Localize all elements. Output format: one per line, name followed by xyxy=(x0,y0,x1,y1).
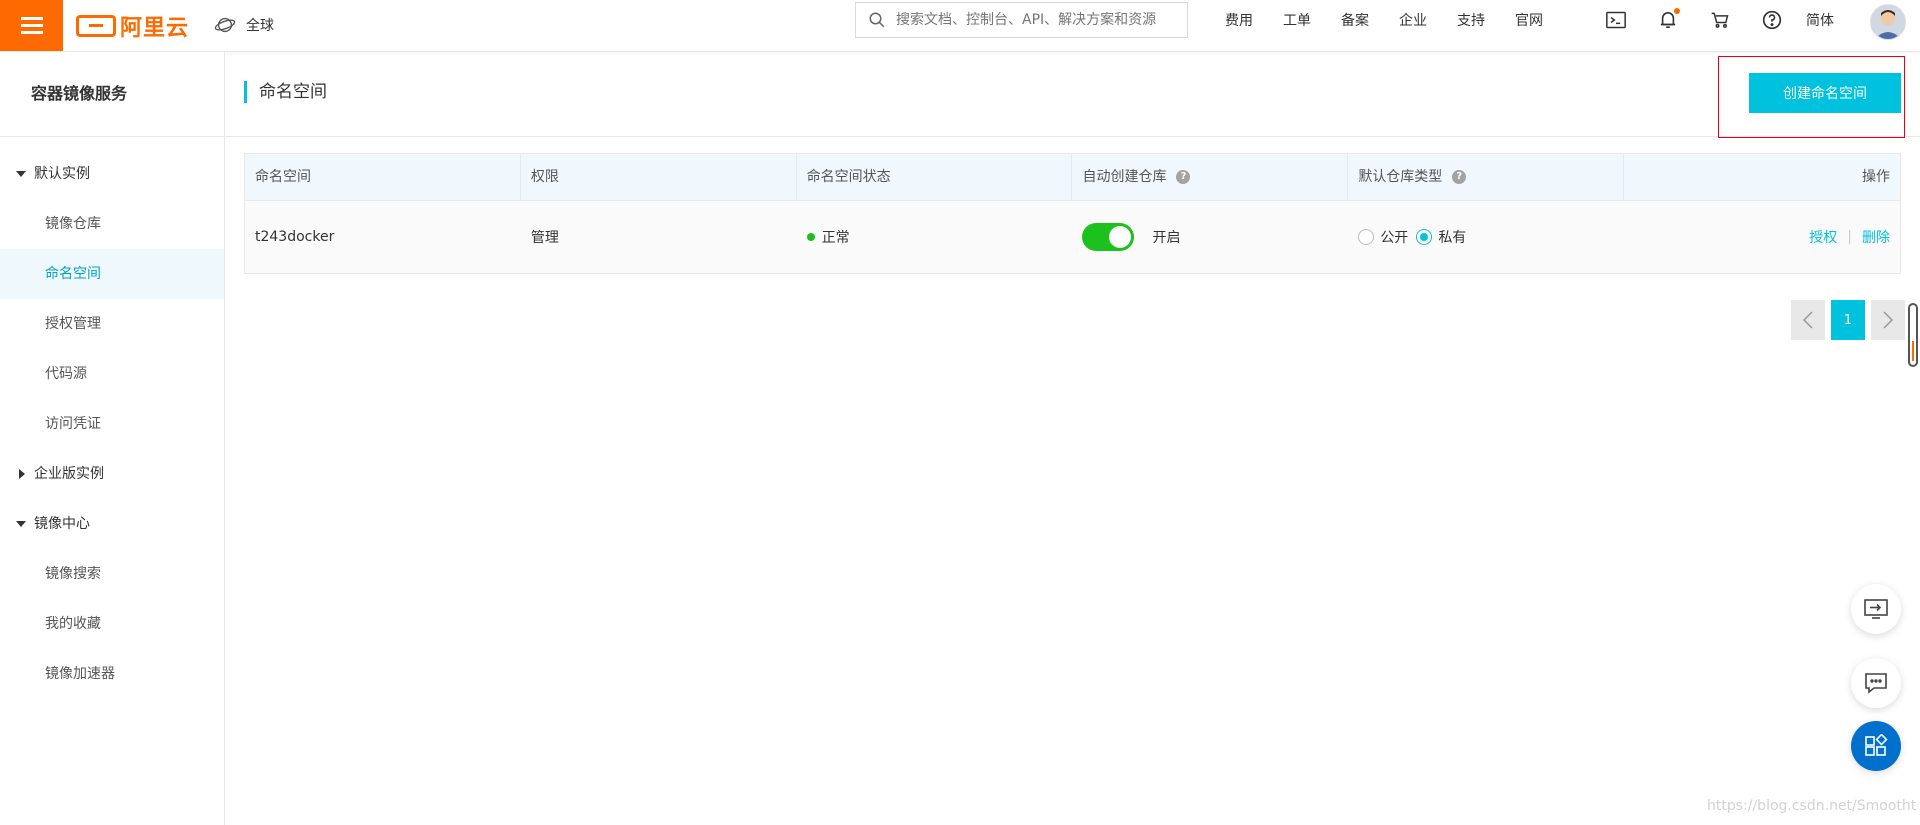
status-dot-icon xyxy=(806,233,815,241)
globe-icon xyxy=(214,17,236,33)
sidebar-item-favorites[interactable]: 我的收藏 xyxy=(0,599,224,649)
toggle-label: 开启 xyxy=(1152,230,1181,246)
sidebar-group-label: 镜像中心 xyxy=(34,516,90,532)
create-namespace-button[interactable]: 创建命名空间 xyxy=(1749,73,1901,113)
column-header-auto-create: 自动创建仓库? xyxy=(1072,154,1349,200)
pagination: 1 xyxy=(1785,300,1905,340)
question-mark-icon[interactable]: ? xyxy=(1452,170,1467,184)
aliyun-logo[interactable]: 阿里云 xyxy=(76,8,189,44)
cell-namespace-name: t243docker xyxy=(255,229,335,245)
region-label: 全球 xyxy=(246,18,274,34)
nav-link-billing[interactable]: 费用 xyxy=(1225,10,1253,30)
sidebar-group-enterprise-instance[interactable]: 企业版实例 xyxy=(0,449,224,499)
terminal-icon[interactable] xyxy=(1604,8,1628,32)
sidebar-item-access-credentials[interactable]: 访问凭证 xyxy=(0,399,224,449)
action-separator: | xyxy=(1847,229,1852,245)
menu-icon xyxy=(20,16,43,35)
chevron-right-icon xyxy=(1883,311,1894,329)
top-navbar: 阿里云 全球 费用 工单 备案 企业 支持 官网 简体 xyxy=(0,0,1920,52)
language-switch[interactable]: 简体 xyxy=(1806,10,1834,30)
screen-arrow-icon xyxy=(1864,599,1888,619)
page-title: 命名空间 xyxy=(244,81,327,103)
radio-public-label: 公开 xyxy=(1380,230,1409,246)
sidebar-group-image-center[interactable]: 镜像中心 xyxy=(0,499,224,549)
sidebar-item-repositories[interactable]: 镜像仓库 xyxy=(0,199,224,249)
nav-link-enterprise[interactable]: 企业 xyxy=(1399,10,1427,30)
page-number-button[interactable]: 1 xyxy=(1831,300,1865,340)
prev-page-button[interactable] xyxy=(1791,300,1825,340)
namespace-table: 命名空间 权限 命名空间状态 自动创建仓库? 默认仓库类型? 操作 t243do… xyxy=(244,153,1901,274)
apps-fab-button[interactable] xyxy=(1851,721,1901,771)
apps-grid-icon xyxy=(1865,734,1888,756)
nav-link-icp[interactable]: 备案 xyxy=(1341,10,1369,30)
notification-dot xyxy=(1674,8,1680,14)
caret-down-icon xyxy=(16,171,26,177)
column-header-permission: 权限 xyxy=(521,154,797,200)
user-avatar[interactable] xyxy=(1870,4,1906,40)
top-nav-links: 费用 工单 备案 企业 支持 官网 xyxy=(1210,0,1558,40)
logo-mark-icon xyxy=(76,15,116,37)
status-text: 正常 xyxy=(821,230,850,246)
sidebar-group-label: 企业版实例 xyxy=(34,466,104,482)
global-search[interactable] xyxy=(855,2,1188,38)
page-header: 命名空间 创建命名空间 xyxy=(225,52,1920,138)
caret-right-icon xyxy=(19,469,25,479)
chevron-left-icon xyxy=(1802,311,1813,329)
authorize-link[interactable]: 授权 xyxy=(1809,227,1837,247)
table-header: 命名空间 权限 命名空间状态 自动创建仓库? 默认仓库类型? 操作 xyxy=(245,154,1900,201)
feedback-fab-button[interactable] xyxy=(1851,584,1901,634)
radio-private-label: 私有 xyxy=(1438,230,1467,246)
cart-icon[interactable] xyxy=(1708,8,1732,32)
column-header-status: 命名空间状态 xyxy=(797,154,1073,200)
auto-create-toggle[interactable] xyxy=(1082,223,1135,251)
chat-icon xyxy=(1865,673,1887,694)
region-selector[interactable]: 全球 xyxy=(214,10,274,40)
search-icon xyxy=(869,12,885,28)
sidebar-item-authorization[interactable]: 授权管理 xyxy=(0,299,224,349)
hamburger-menu-button[interactable] xyxy=(0,0,63,51)
sidebar-group-default-instance[interactable]: 默认实例 xyxy=(0,149,224,199)
main-content: 命名空间 创建命名空间 命名空间 权限 命名空间状态 自动创建仓库? 默认仓库类… xyxy=(225,52,1920,825)
cell-actions: 授权 | 删除 xyxy=(1624,201,1900,273)
sidebar-title: 容器镜像服务 xyxy=(0,52,224,137)
help-icon[interactable] xyxy=(1760,8,1784,32)
watermark: https://blog.csdn.net/Smootht xyxy=(1707,798,1917,814)
sidebar-item-image-accelerator[interactable]: 镜像加速器 xyxy=(0,649,224,699)
chat-fab-button[interactable] xyxy=(1851,658,1901,708)
nav-link-support[interactable]: 支持 xyxy=(1457,10,1485,30)
nav-link-tickets[interactable]: 工单 xyxy=(1283,10,1311,30)
table-row: t243docker 管理 正常 开启 公开 私有 授权 | 删除 xyxy=(245,201,1900,273)
radio-public[interactable] xyxy=(1358,229,1375,245)
nav-link-website[interactable]: 官网 xyxy=(1515,10,1543,30)
cell-permission: 管理 xyxy=(530,230,559,246)
delete-link[interactable]: 删除 xyxy=(1862,227,1890,247)
sidebar-group-label: 默认实例 xyxy=(34,166,90,182)
sidebar-item-code-source[interactable]: 代码源 xyxy=(0,349,224,399)
cell-repo-type: 公开 私有 xyxy=(1348,201,1624,273)
question-mark-icon[interactable]: ? xyxy=(1176,170,1191,184)
column-header-namespace: 命名空间 xyxy=(245,154,521,200)
sidebar: 容器镜像服务 默认实例 镜像仓库 命名空间 授权管理 代码源 访问凭证 企业版实… xyxy=(0,52,225,825)
cell-auto-create: 开启 xyxy=(1072,201,1348,273)
radio-private[interactable] xyxy=(1416,229,1433,245)
logo-text: 阿里云 xyxy=(120,16,190,41)
scroll-indicator[interactable] xyxy=(1908,303,1918,367)
cell-status: 正常 xyxy=(797,201,1073,273)
column-header-repo-type: 默认仓库类型? xyxy=(1348,154,1625,200)
next-page-button[interactable] xyxy=(1871,300,1905,340)
bell-icon[interactable] xyxy=(1656,8,1680,32)
sidebar-item-image-search[interactable]: 镜像搜索 xyxy=(0,549,224,599)
caret-down-icon xyxy=(16,521,26,527)
sidebar-item-namespaces[interactable]: 命名空间 xyxy=(0,249,224,299)
search-input[interactable] xyxy=(894,11,1178,29)
column-header-actions: 操作 xyxy=(1861,169,1890,185)
top-nav-icons xyxy=(1590,0,1798,40)
